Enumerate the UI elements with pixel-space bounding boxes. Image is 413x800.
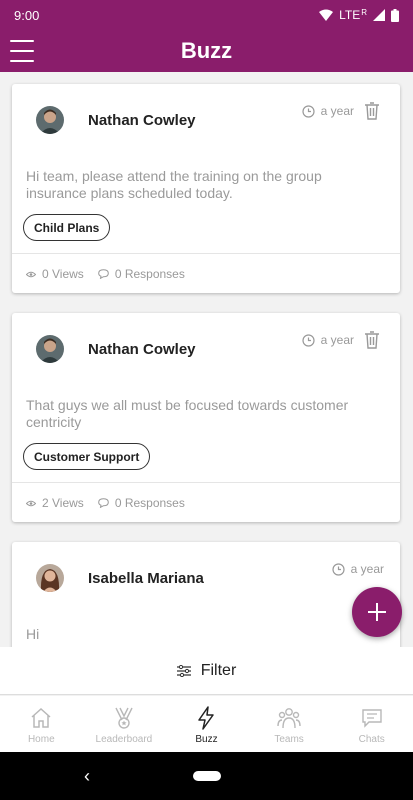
post-card[interactable]: Isabella Mariana a year Hi: [12, 542, 400, 647]
roaming-label: R: [361, 7, 367, 17]
male-avatar[interactable]: [36, 335, 64, 363]
clock-icon: [302, 104, 315, 118]
medal-icon: [115, 707, 133, 729]
sliders-icon: [176, 664, 191, 677]
comment-icon: [98, 498, 109, 508]
nav-chats[interactable]: Chats: [330, 696, 413, 752]
clock-icon: [332, 562, 345, 576]
team-icon: [277, 708, 301, 729]
chat-icon: [361, 709, 382, 728]
post-author[interactable]: Isabella Mariana: [88, 570, 204, 587]
network-label: LTE: [339, 8, 361, 22]
post-card[interactable]: Nathan Cowley a year That guys we all mu…: [12, 313, 400, 522]
system-nav-bar: ‹: [0, 752, 413, 800]
post-text: Hi: [26, 626, 40, 642]
filter-label[interactable]: Filter: [201, 662, 237, 680]
nav-leaderboard[interactable]: Leaderboard: [83, 696, 166, 752]
lightning-icon: [198, 706, 215, 730]
divider: [12, 253, 400, 254]
male-avatar[interactable]: [36, 106, 64, 134]
post-stats: 0 Views 0 Responses: [26, 267, 185, 281]
nav-teams[interactable]: Teams: [248, 696, 331, 752]
nav-home[interactable]: Home: [0, 696, 83, 752]
divider: [12, 482, 400, 483]
views-count: 0 Views: [42, 267, 84, 281]
eye-icon: [26, 271, 36, 277]
status-time: 9:00: [14, 7, 40, 23]
post-tag[interactable]: Customer Support: [23, 443, 151, 470]
signal-icon: [373, 9, 385, 21]
wifi-icon: [319, 9, 334, 21]
post-stats: 2 Views 0 Responses: [26, 496, 185, 510]
female-avatar[interactable]: [36, 564, 64, 592]
menu-icon[interactable]: [10, 40, 34, 62]
views-count: 2 Views: [42, 496, 84, 510]
eye-icon: [26, 500, 36, 506]
filter-button[interactable]: Filter: [0, 647, 413, 695]
post-text: That guys we all must be focused towards…: [26, 397, 349, 430]
page-title: Buzz: [180, 38, 233, 63]
add-post-button[interactable]: [352, 587, 402, 637]
nav-buzz[interactable]: Buzz: [165, 696, 248, 752]
responses-count[interactable]: 0 Responses: [115, 267, 185, 281]
battery-icon: [391, 8, 399, 22]
comment-icon: [98, 269, 109, 279]
trash-icon[interactable]: [364, 331, 380, 349]
post-text: Hi team, please attend the training on t…: [26, 168, 322, 201]
post-author[interactable]: Nathan Cowley: [88, 112, 196, 129]
responses-count[interactable]: 0 Responses: [115, 496, 185, 510]
app-bar: Buzz: [0, 30, 413, 72]
trash-icon[interactable]: [364, 102, 380, 120]
home-pill[interactable]: [192, 771, 221, 781]
post-card[interactable]: Nathan Cowley a year Hi team, please att…: [12, 84, 400, 293]
bottom-nav: Home Leaderboard Buzz Teams Chats: [0, 696, 413, 752]
post-time: a year: [302, 333, 354, 347]
post-time: a year: [302, 104, 354, 118]
plus-icon: [368, 603, 386, 621]
status-bar: 9:00 LTE R: [0, 0, 413, 30]
home-icon: [31, 707, 51, 728]
post-time: a year: [332, 562, 384, 576]
buzz-feed[interactable]: Nathan Cowley a year Hi team, please att…: [0, 72, 413, 647]
clock-icon: [302, 333, 315, 347]
post-author[interactable]: Nathan Cowley: [88, 341, 196, 358]
post-tag[interactable]: Child Plans: [23, 214, 111, 241]
back-icon[interactable]: ‹: [84, 766, 90, 787]
